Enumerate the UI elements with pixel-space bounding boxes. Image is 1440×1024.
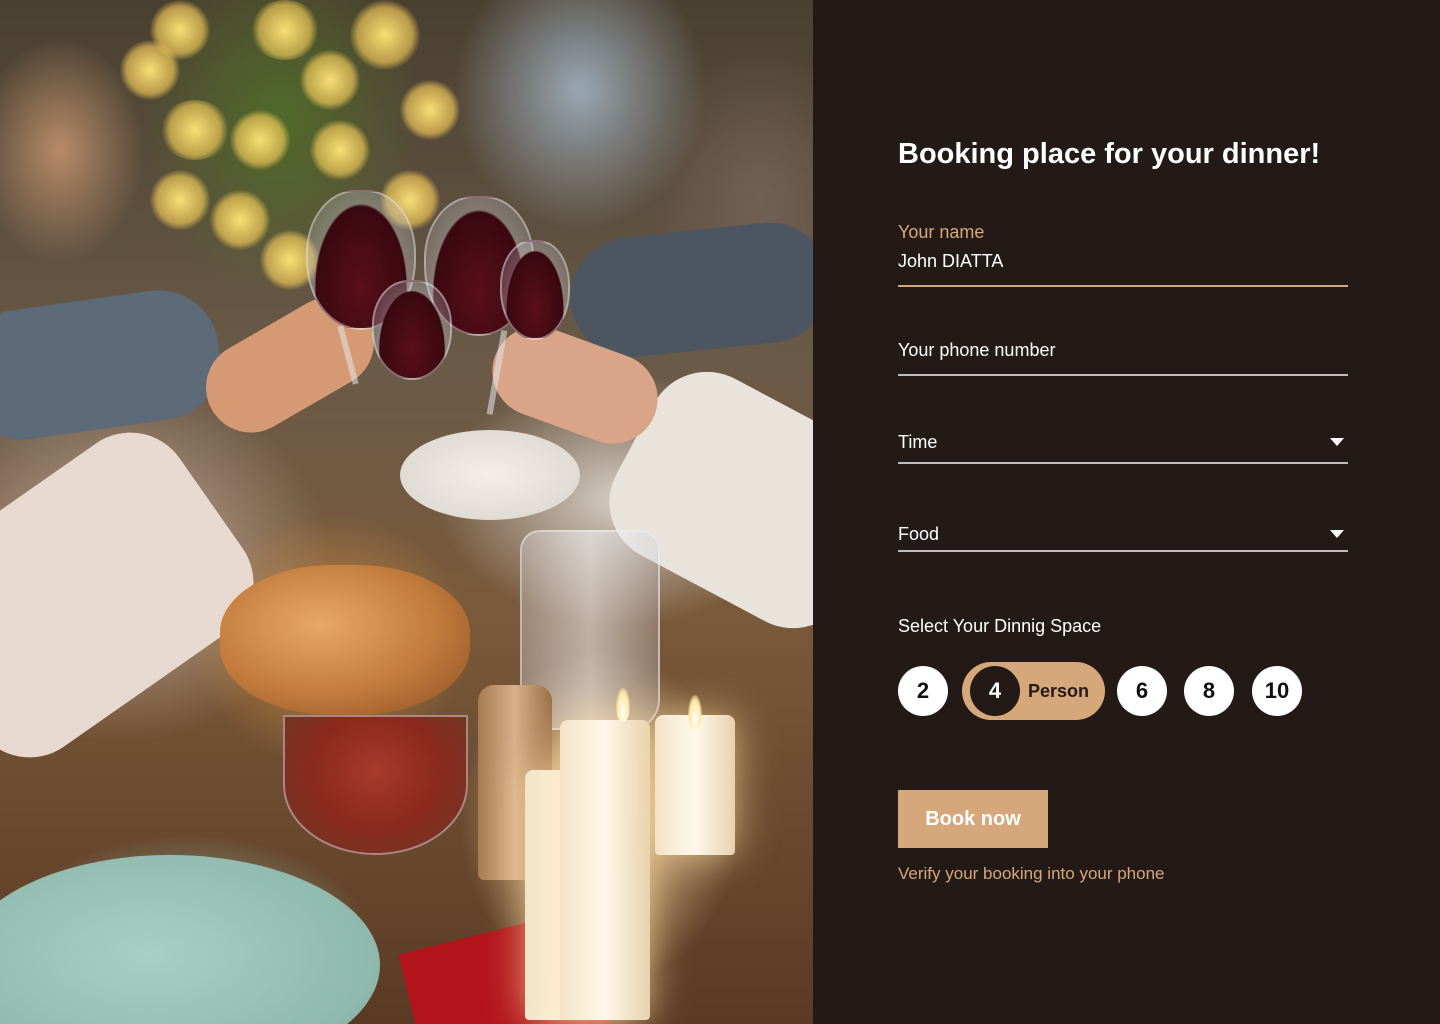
caret-down-icon[interactable] xyxy=(1330,438,1344,446)
space-option-4-selected[interactable]: 4 Person xyxy=(962,662,1105,720)
time-select[interactable]: Time xyxy=(898,432,1348,472)
phone-field-placeholder: Your phone number xyxy=(898,340,1056,360)
time-select-underline xyxy=(898,462,1348,464)
booking-panel: Booking place for your dinner! Your name… xyxy=(813,0,1440,1024)
time-select-placeholder: Time xyxy=(898,432,938,452)
name-field-value[interactable]: John DIATTA xyxy=(898,251,1348,272)
food-select-underline xyxy=(898,550,1348,552)
space-option-4: 4 xyxy=(970,666,1020,716)
phone-field-underline xyxy=(898,374,1348,376)
phone-field[interactable]: Your phone number xyxy=(898,340,1348,380)
food-select-placeholder: Food xyxy=(898,524,940,544)
food-select[interactable]: Food xyxy=(898,524,1348,564)
dinner-photo xyxy=(0,0,813,1024)
caret-down-icon[interactable] xyxy=(1330,530,1344,538)
booking-page: Booking place for your dinner! Your name… xyxy=(0,0,1440,1024)
page-title: Booking place for your dinner! xyxy=(898,138,1321,170)
space-option-6[interactable]: 6 xyxy=(1117,666,1167,716)
verify-hint: Verify your booking into your phone xyxy=(898,864,1165,883)
book-now-button[interactable]: Book now xyxy=(898,790,1048,848)
name-field-underline xyxy=(898,285,1348,287)
space-option-10[interactable]: 10 xyxy=(1252,666,1302,716)
space-option-unit: Person xyxy=(1028,681,1090,701)
dining-space-label: Select Your Dinnig Space xyxy=(898,616,1102,636)
space-option-2[interactable]: 2 xyxy=(898,666,948,716)
name-field-label: Your name xyxy=(898,222,985,242)
space-option-8[interactable]: 8 xyxy=(1184,666,1234,716)
name-field[interactable]: Your name John DIATTA xyxy=(898,222,1348,290)
